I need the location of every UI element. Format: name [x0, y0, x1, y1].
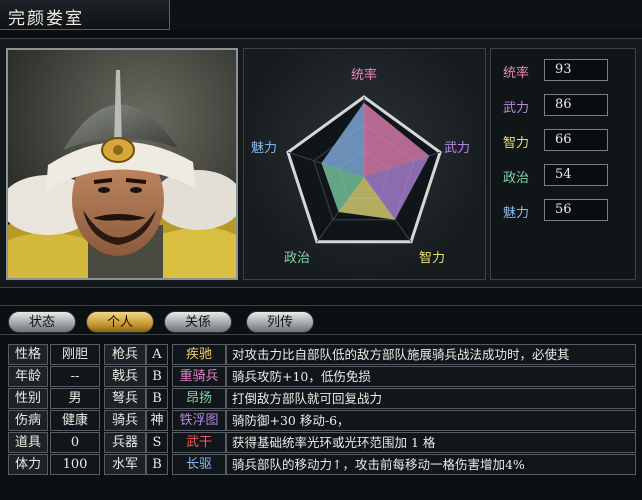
skill-desc: 骑兵攻防+10，低伤免损 — [226, 366, 636, 387]
troop-label: 骑兵 — [104, 410, 146, 431]
detail-table: 性格 刚胆 枪兵 A 疾驰 对攻击力比自部队低的敌方部队施展骑兵战法成功时，必使其年龄 --… — [0, 340, 642, 500]
officer-portrait — [6, 48, 238, 280]
stat-row: 统率 93 — [491, 59, 637, 83]
radar-label-intel: 智力 — [419, 251, 445, 266]
skill-name: 重骑兵 — [172, 366, 226, 387]
info-value: 0 — [50, 432, 100, 453]
stats-panel: 统率 93 武力 86 智力 66 政治 54 魅力 56 — [490, 48, 636, 280]
radar-label-war: 武力 — [444, 141, 470, 156]
skill-desc: 获得基础统率光环或光环范围加 1 格 — [226, 432, 636, 453]
skill-name: 长驱 — [172, 454, 226, 475]
troop-grade: B — [146, 388, 168, 409]
stat-value: 93 — [544, 59, 608, 81]
stat-label: 政治 — [503, 171, 530, 186]
stat-row: 武力 86 — [491, 94, 637, 118]
stat-value: 86 — [544, 94, 608, 116]
radar-chart: 统率武力智力 政治 魅力 — [243, 48, 486, 280]
tab-1[interactable]: 个人 — [86, 311, 154, 333]
troop-label: 兵器 — [104, 432, 146, 453]
skill-name: 铁浮图 — [172, 410, 226, 431]
troop-grade: B — [146, 454, 168, 475]
stat-row: 智力 66 — [491, 129, 637, 153]
info-value: 男 — [50, 388, 100, 409]
troop-grade: B — [146, 366, 168, 387]
stat-row: 政治 54 — [491, 164, 637, 188]
info-value: -- — [50, 366, 100, 387]
info-label: 年龄 — [8, 366, 48, 387]
stat-label: 魅力 — [503, 206, 530, 221]
info-label: 体力 — [8, 454, 48, 475]
radar-label-charm: 魅力 — [251, 141, 277, 156]
tab-3[interactable]: 列传 — [246, 311, 314, 333]
stat-label: 统率 — [503, 66, 530, 81]
officer-name: 完颜娄室 — [8, 9, 84, 29]
stat-label: 武力 — [503, 101, 530, 116]
stat-value: 54 — [544, 164, 608, 186]
skill-name: 疾驰 — [172, 344, 226, 365]
info-label: 性格 — [8, 344, 48, 365]
stat-value: 66 — [544, 129, 608, 151]
info-label: 道具 — [8, 432, 48, 453]
radar-label-command: 统率 — [351, 67, 377, 83]
troop-grade: S — [146, 432, 168, 453]
info-label: 性别 — [8, 388, 48, 409]
info-value: 100 — [50, 454, 100, 475]
stat-label: 智力 — [503, 136, 530, 151]
troop-grade: 神 — [146, 410, 168, 431]
troop-label: 弩兵 — [104, 388, 146, 409]
info-value: 刚胆 — [50, 344, 100, 365]
title-bar: 完颜娄室 — [0, 0, 170, 30]
tab-2[interactable]: 关係 — [164, 311, 232, 333]
stat-value: 56 — [544, 199, 608, 221]
skill-name: 昂扬 — [172, 388, 226, 409]
troop-label: 戟兵 — [104, 366, 146, 387]
troop-label: 水军 — [104, 454, 146, 475]
skill-name: 武干 — [172, 432, 226, 453]
info-value: 健康 — [50, 410, 100, 431]
stat-row: 魅力 56 — [491, 199, 637, 223]
radar-label-politics: 政治 — [284, 251, 310, 266]
tab-bar: 状态 个人 关係 列传 — [0, 305, 642, 335]
top-strip — [170, 0, 642, 30]
skill-desc: 骑防御+30 移动-6， — [226, 410, 636, 431]
troop-label: 枪兵 — [104, 344, 146, 365]
skill-desc: 骑兵部队的移动力↑，攻击前每移动一格伤害增加4% — [226, 454, 636, 475]
troop-grade: A — [146, 344, 168, 365]
skill-desc: 打倒敌方部队就可回复战力 — [226, 388, 636, 409]
tab-0[interactable]: 状态 — [8, 311, 76, 333]
skill-desc: 对攻击力比自部队低的敌方部队施展骑兵战法成功时，必使其 — [226, 344, 636, 365]
info-label: 伤病 — [8, 410, 48, 431]
